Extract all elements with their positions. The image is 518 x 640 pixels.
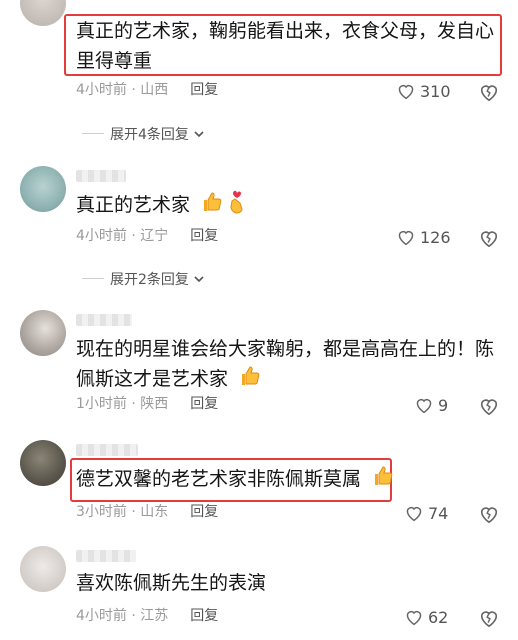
broken-heart-icon[interactable] — [478, 504, 500, 524]
reply-button[interactable]: 回复 — [190, 396, 218, 412]
comment-text: 真正的艺术家 — [76, 190, 501, 223]
heart-hands-icon — [226, 190, 248, 223]
reply-button[interactable]: 回复 — [190, 608, 218, 624]
like-button[interactable]: 310 — [396, 80, 451, 102]
broken-heart-icon[interactable] — [478, 228, 500, 248]
expand-label: 展开4条回复 — [110, 127, 189, 143]
username[interactable] — [76, 314, 132, 326]
time-location: 4小时前 · 山西 — [76, 82, 169, 98]
heart-icon — [406, 506, 422, 522]
comment-text: 现在的明星谁会给大家鞠躬，都是高高在上的！陈佩斯这才是艺术家 — [76, 334, 501, 397]
heart-icon — [398, 230, 414, 246]
reply-button[interactable]: 回复 — [190, 228, 218, 244]
time-location: 3小时前 · 山东 — [76, 504, 169, 520]
username[interactable] — [76, 444, 138, 456]
comment-meta: 4小时前 · 辽宁 回复 — [76, 226, 218, 246]
like-count: 310 — [420, 81, 451, 101]
avatar[interactable] — [20, 546, 66, 592]
chevron-down-icon — [194, 276, 204, 283]
comment-text: 真正的艺术家，鞠躬能看出来，衣食父母，发自心里得尊重 — [76, 20, 495, 72]
thumbs-up-icon — [371, 464, 395, 497]
reply-button[interactable]: 回复 — [190, 504, 218, 520]
time-location: 4小时前 · 江苏 — [76, 608, 169, 624]
avatar[interactable] — [20, 0, 66, 26]
avatar[interactable] — [20, 440, 66, 486]
comment-meta: 1小时前 · 陕西 回复 — [76, 394, 218, 414]
heart-icon — [416, 398, 432, 414]
like-count: 9 — [438, 395, 449, 415]
like-count: 62 — [428, 607, 449, 627]
comment-text: 德艺双馨的老艺术家非陈佩斯莫属 — [76, 464, 501, 497]
like-count: 126 — [420, 227, 451, 247]
thumbs-up-icon — [238, 364, 262, 397]
time-location: 4小时前 · 辽宁 — [76, 228, 169, 244]
username[interactable] — [76, 170, 126, 182]
expand-replies-button[interactable]: 展开2条回复 — [82, 269, 206, 289]
comment-meta: 4小时前 · 山西 回复 — [76, 80, 218, 100]
chevron-down-icon — [194, 131, 204, 138]
heart-icon — [398, 84, 414, 100]
reply-button[interactable]: 回复 — [190, 82, 218, 98]
broken-heart-icon[interactable] — [478, 82, 500, 102]
like-button[interactable]: 74 — [404, 502, 448, 524]
like-button[interactable]: 9 — [414, 394, 448, 416]
avatar[interactable] — [20, 310, 66, 356]
comment-text: 喜欢陈佩斯先生的表演 — [76, 572, 267, 594]
comment-meta: 4小时前 · 江苏 回复 — [76, 606, 218, 626]
like-count: 74 — [428, 503, 449, 523]
username[interactable] — [76, 550, 136, 562]
comment-meta: 3小时前 · 山东 回复 — [76, 502, 218, 522]
broken-heart-icon[interactable] — [478, 396, 500, 416]
avatar[interactable] — [20, 166, 66, 212]
like-button[interactable]: 126 — [396, 226, 451, 248]
broken-heart-icon[interactable] — [478, 608, 500, 628]
heart-icon — [406, 610, 422, 626]
expand-replies-button[interactable]: 展开4条回复 — [82, 124, 206, 144]
thumbs-up-icon — [200, 190, 224, 223]
time-location: 1小时前 · 陕西 — [76, 396, 169, 412]
expand-label: 展开2条回复 — [110, 272, 189, 288]
like-button[interactable]: 62 — [404, 606, 448, 628]
